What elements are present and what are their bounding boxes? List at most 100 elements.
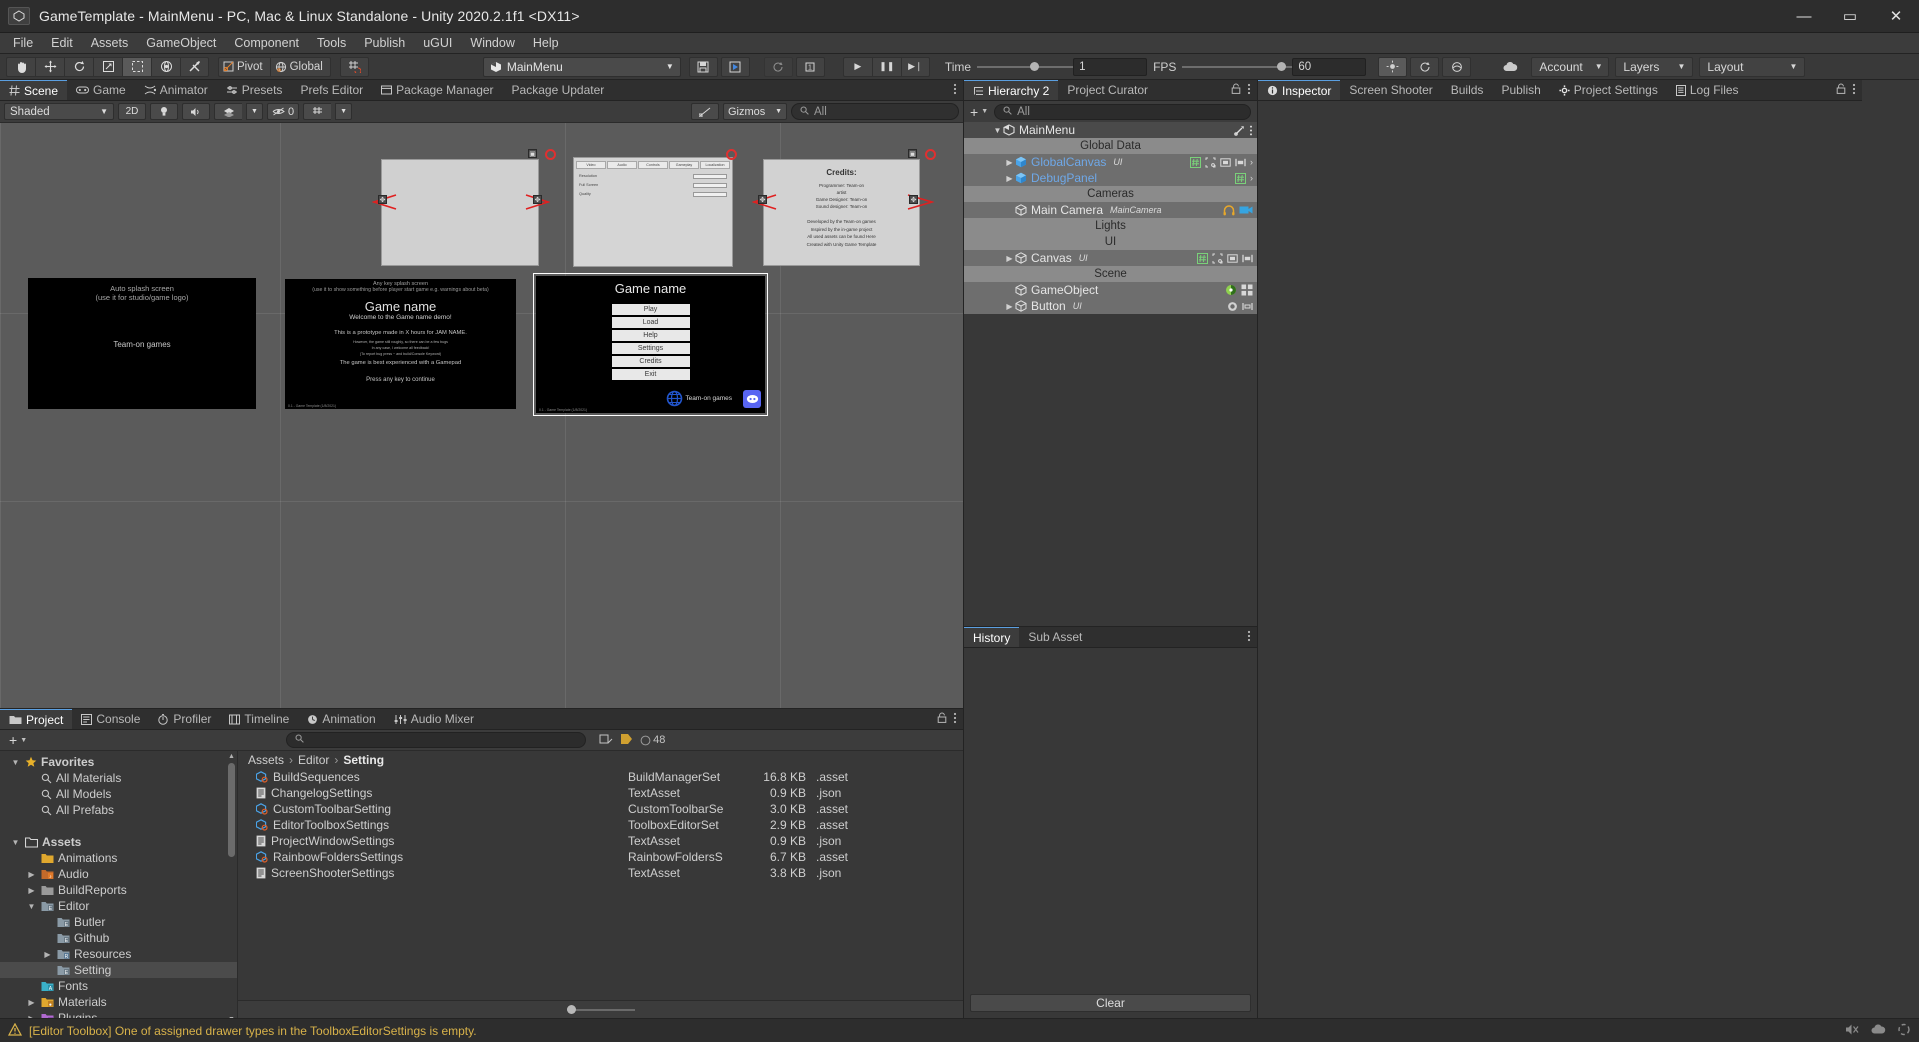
effects-dropdown[interactable]: ▼: [246, 103, 263, 120]
tab-hierarchy-2[interactable]: Hierarchy 2: [964, 80, 1059, 100]
circle-icon[interactable]: [1227, 301, 1238, 312]
scene-grid-icon[interactable]: [303, 103, 332, 120]
hierarchy-search-input[interactable]: All: [994, 103, 1251, 120]
game-menu-button-load[interactable]: Load: [611, 317, 690, 328]
twisty-icon[interactable]: ▶: [1004, 254, 1015, 263]
tab-timeline[interactable]: Timeline: [220, 709, 298, 729]
frame2-icon[interactable]: [1242, 253, 1253, 264]
scene-mock-mainmenu[interactable]: Game name Play Load Help Settings Credits Exi…: [536, 276, 765, 413]
speaker-icon[interactable]: [182, 103, 210, 120]
project-tree-item[interactable]: ▼ Favorites: [0, 754, 237, 770]
scene-mock-settings-left[interactable]: [381, 159, 539, 266]
frame-icon[interactable]: [1227, 253, 1238, 264]
project-tree-item[interactable]: A Fonts: [0, 978, 237, 994]
hidden-objects-toggle[interactable]: 0: [266, 103, 300, 120]
project-create-button[interactable]: + ▼: [5, 733, 31, 747]
kebab-icon[interactable]: [1247, 83, 1251, 98]
camera-icon[interactable]: [1239, 205, 1253, 215]
scene-mock-anykey-splash[interactable]: Any key splash screen (use it to show so…: [285, 279, 516, 409]
close-button[interactable]: ✕: [1873, 0, 1919, 33]
twisty-icon[interactable]: ▶: [42, 950, 53, 959]
breadcrumb-item[interactable]: Assets: [248, 753, 284, 767]
settings-tab[interactable]: Gameplay: [669, 161, 699, 169]
asset-row[interactable]: ScreenShooterSettings TextAsset 3.8 KB .jso…: [238, 865, 963, 881]
gizmo-tool-d[interactable]: ✥: [909, 195, 918, 204]
menu-item-help[interactable]: Help: [524, 33, 568, 54]
twisty-icon[interactable]: ▼: [10, 838, 21, 847]
tab-log-files[interactable]: Log Files: [1667, 80, 1748, 100]
menu-item-window[interactable]: Window: [461, 33, 523, 54]
maximize-button[interactable]: ▭: [1827, 0, 1873, 33]
breadcrumb-item[interactable]: Editor: [298, 753, 329, 767]
scene-grid-dropdown[interactable]: ▼: [335, 103, 352, 120]
gizmo-tool-b[interactable]: ✥: [533, 195, 542, 204]
twisty-icon[interactable]: ▶: [26, 998, 37, 1007]
save-icon[interactable]: [688, 56, 718, 77]
tab-package-updater[interactable]: Package Updater: [503, 80, 614, 100]
menu-item-assets[interactable]: Assets: [82, 33, 138, 54]
fps-value[interactable]: 60: [1292, 57, 1367, 76]
tab-project-settings[interactable]: Project Settings: [1550, 80, 1667, 100]
project-tree-item[interactable]: E Github: [0, 930, 237, 946]
tab-animation[interactable]: Animation: [298, 709, 384, 729]
rect-icon[interactable]: [1212, 253, 1223, 264]
project-tree-item[interactable]: Animations: [0, 850, 237, 866]
mute-icon[interactable]: [1845, 1023, 1860, 1039]
gizmo-marker-d[interactable]: ▣: [908, 149, 917, 158]
status-bar[interactable]: [Editor Toolbox] One of assigned drawer …: [0, 1018, 1919, 1042]
pivot-toggle[interactable]: Pivot: [218, 56, 270, 77]
tab-history[interactable]: History: [964, 627, 1020, 647]
twisty-icon[interactable]: ▼: [992, 126, 1003, 135]
tab-animator[interactable]: Animator: [135, 80, 217, 100]
gizmo-marker-a[interactable]: ▣: [528, 149, 537, 158]
grid4-icon[interactable]: [1241, 284, 1253, 296]
asset-row[interactable]: ChangelogSettings TextAsset 0.9 KB .json: [238, 785, 963, 801]
kebab-icon[interactable]: [1249, 125, 1253, 136]
gizmos-dropdown[interactable]: Gizmos ▼: [723, 103, 787, 120]
icon-size-slider[interactable]: [566, 1004, 635, 1016]
settings-row-control[interactable]: [693, 183, 727, 188]
gizmo-marker-e[interactable]: [925, 149, 936, 160]
game-menu-button-settings[interactable]: Settings: [611, 343, 690, 354]
kebab-icon[interactable]: [953, 83, 957, 98]
project-tree-item[interactable]: ▼ E Editor: [0, 898, 237, 914]
kebab-icon[interactable]: [953, 712, 957, 727]
game-menu-button-exit[interactable]: Exit: [611, 369, 690, 380]
hierarchy-row[interactable]: ▼ MainMenu: [964, 122, 1257, 138]
tab-project-curator[interactable]: Project Curator: [1058, 80, 1157, 100]
tab-publish[interactable]: Publish: [1492, 80, 1549, 100]
project-tree-scrollbar[interactable]: ▲▼: [228, 753, 235, 1018]
settings-row[interactable]: Quality: [579, 192, 727, 197]
lock-icon[interactable]: [1836, 83, 1846, 97]
tab-game[interactable]: Game: [67, 80, 135, 100]
minimize-button[interactable]: —: [1781, 0, 1827, 33]
chevron-right-icon[interactable]: ›: [1250, 173, 1253, 183]
project-tree[interactable]: ▼ Favorites All Materials All Models All Pre…: [0, 751, 238, 1018]
global-toggle[interactable]: Global: [269, 56, 331, 77]
time-slider[interactable]: [977, 58, 1074, 76]
tab-profiler[interactable]: Profiler: [149, 709, 220, 729]
menu-item-file[interactable]: File: [4, 33, 42, 54]
project-tree-item[interactable]: ▶ R Resources: [0, 946, 237, 962]
project-tree-item[interactable]: E Setting: [0, 962, 237, 978]
time-value[interactable]: 1: [1073, 57, 1148, 76]
move-tool[interactable]: [35, 56, 64, 77]
hand-tool[interactable]: [6, 56, 35, 77]
hierarchy-group-header[interactable]: UI: [964, 234, 1257, 250]
reload-icon[interactable]: [1410, 56, 1440, 77]
project-tree-item[interactable]: All Models: [0, 786, 237, 802]
lock-icon[interactable]: [1231, 83, 1241, 97]
gizmo-marker-c[interactable]: [726, 149, 737, 160]
fps-slider[interactable]: [1182, 58, 1293, 76]
gizmo-tool-a[interactable]: ✥: [378, 195, 387, 204]
play-button[interactable]: ▶: [842, 56, 872, 77]
gizmo-tool-c[interactable]: ✥: [758, 195, 767, 204]
settings-row-control[interactable]: [693, 174, 727, 179]
discord-icon[interactable]: [743, 390, 761, 408]
cloud-icon[interactable]: [1497, 57, 1523, 77]
twisty-icon[interactable]: ▶: [1004, 158, 1015, 167]
hierarchy-row[interactable]: ▶ GlobalCanvas UI ›: [964, 154, 1257, 170]
rect-tool[interactable]: [122, 56, 151, 77]
layers-dropdown[interactable]: Layers ▼: [1615, 56, 1694, 77]
tab-prefs-editor[interactable]: Prefs Editor: [291, 80, 372, 100]
